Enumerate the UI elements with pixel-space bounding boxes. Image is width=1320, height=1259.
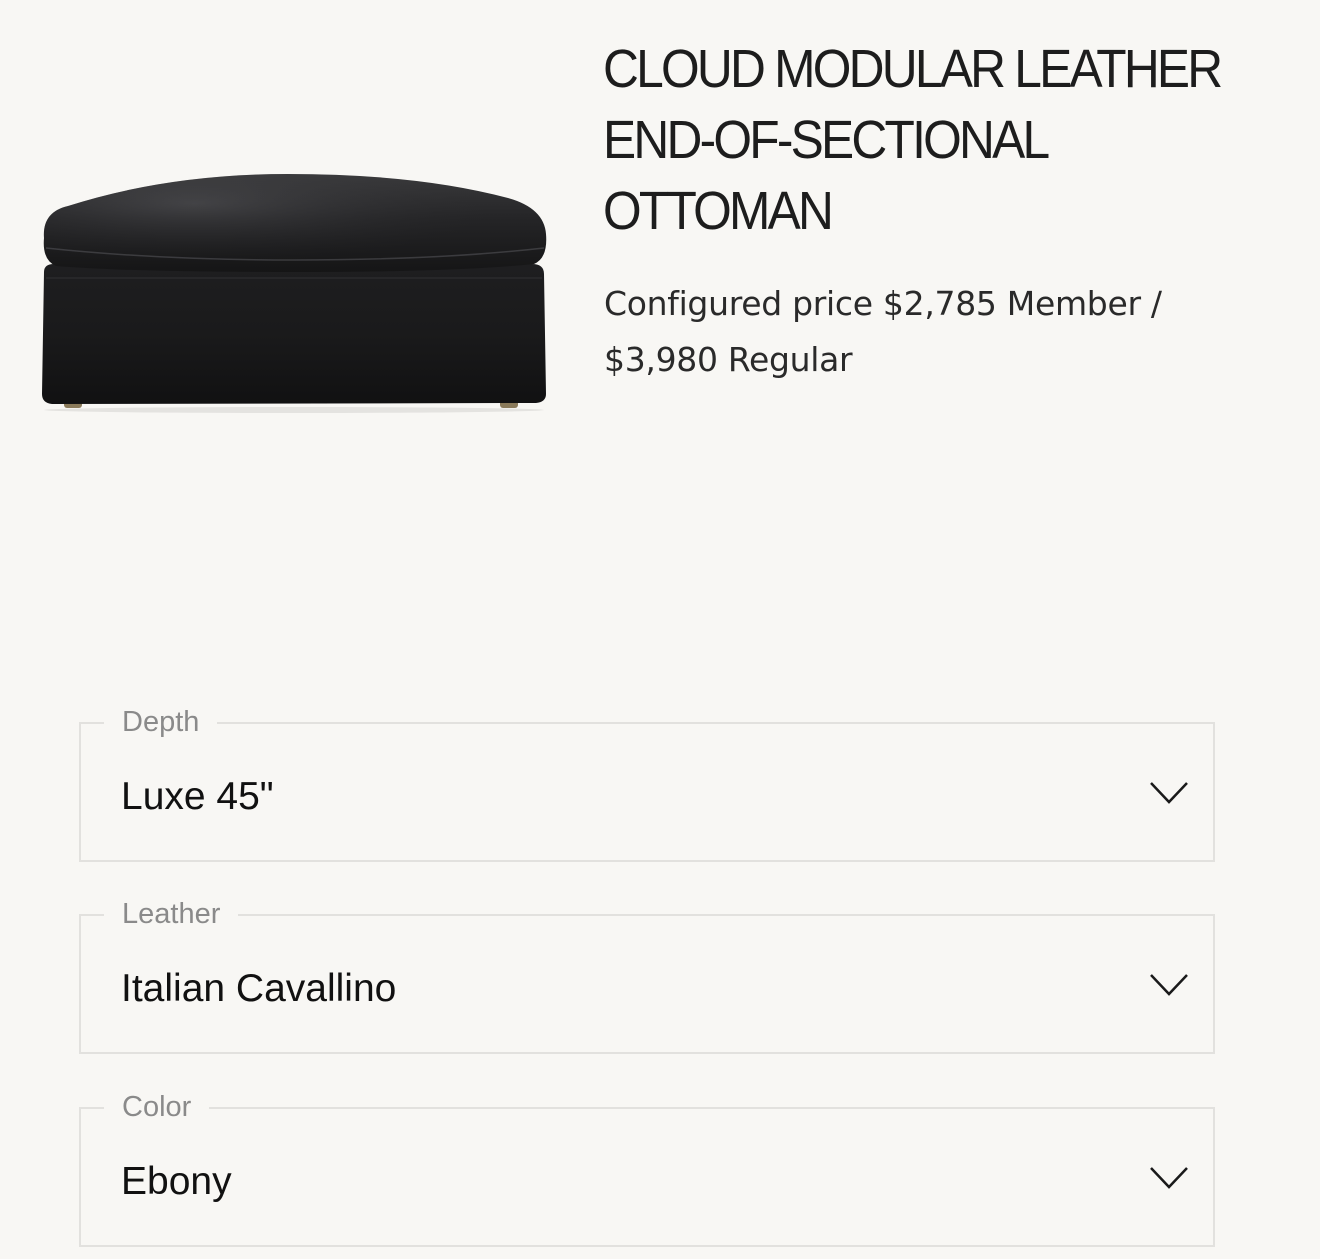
chevron-down-icon[interactable] — [1149, 1165, 1189, 1191]
price-prefix: Configured price — [604, 284, 873, 323]
product-image — [42, 174, 547, 413]
member-price: $2,785 Member / — [882, 284, 1162, 323]
chevron-down-icon[interactable] — [1149, 972, 1189, 998]
chevron-down-icon[interactable] — [1149, 780, 1189, 806]
leather-label: Leather — [104, 894, 239, 934]
depth-value: Luxe 45" — [121, 775, 274, 818]
color-select[interactable]: Color Ebony — [79, 1087, 1215, 1247]
leather-select[interactable]: Leather Italian Cavallino — [79, 894, 1215, 1054]
color-label: Color — [104, 1087, 210, 1127]
color-value: Ebony — [121, 1160, 232, 1203]
depth-select[interactable]: Depth Luxe 45" — [79, 702, 1215, 862]
price-block: Configured price $2,785 Member / $3,980 … — [604, 276, 1244, 388]
product-title: CLOUD MODULAR LEATHER END-OF-SECTIONAL O… — [603, 39, 1223, 241]
depth-label: Depth — [104, 702, 218, 742]
leather-value: Italian Cavallino — [121, 967, 397, 1010]
regular-price: $3,980 Regular — [604, 340, 853, 379]
